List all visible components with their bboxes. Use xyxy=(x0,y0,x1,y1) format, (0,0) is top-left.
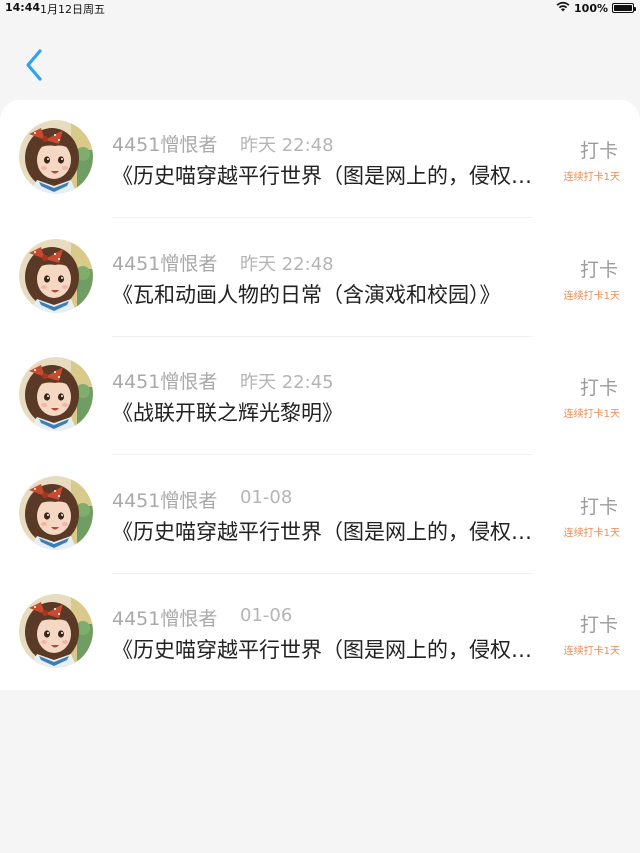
list-item[interactable]: 4451憎恨者 昨天 22:48 《瓦和动画人物的日常（含演戏和校园）》 打卡 … xyxy=(0,219,640,337)
item-title[interactable]: 《历史喵穿越平行世界（图是网上的，侵权删）》 xyxy=(112,634,548,664)
list-item[interactable]: 4451憎恨者 昨天 22:45 《战联开联之辉光黎明》 打卡 连续打卡1天 xyxy=(0,337,640,455)
battery-icon xyxy=(612,3,636,13)
wifi-icon xyxy=(556,1,570,15)
status-right: 100% xyxy=(556,1,636,15)
timestamp: 01-06 xyxy=(240,605,293,626)
chevron-left-icon xyxy=(26,49,42,81)
avatar[interactable] xyxy=(19,120,93,194)
avatar-illustration xyxy=(19,238,93,313)
list-item[interactable]: 4451憎恨者 01-06 《历史喵穿越平行世界（图是网上的，侵权删）》 打卡 … xyxy=(0,574,640,692)
battery-fill xyxy=(614,5,632,11)
streak-badge: 连续打卡1天 xyxy=(563,646,620,657)
battery-percent: 100% xyxy=(574,1,608,15)
avatar[interactable] xyxy=(19,238,93,313)
streak-badge: 连续打卡1天 xyxy=(563,409,620,420)
item-title[interactable]: 《战联开联之辉光黎明》 xyxy=(112,397,548,427)
checkin-button[interactable]: 打卡 xyxy=(580,492,618,519)
checkin-button[interactable]: 打卡 xyxy=(580,373,618,400)
back-button[interactable] xyxy=(18,46,50,84)
username[interactable]: 4451憎恨者 xyxy=(112,486,217,513)
username[interactable]: 4451憎恨者 xyxy=(112,130,217,157)
avatar[interactable] xyxy=(19,357,93,431)
checkin-list: 4451憎恨者 昨天 22:48 《历史喵穿越平行世界（图是网上的，侵权删）》 … xyxy=(0,100,640,690)
timestamp: 昨天 22:48 xyxy=(240,135,334,156)
avatar[interactable] xyxy=(19,475,93,550)
username[interactable]: 4451憎恨者 xyxy=(112,249,217,276)
header xyxy=(0,18,640,100)
avatar-illustration xyxy=(19,357,93,431)
avatar-illustration xyxy=(19,120,93,194)
list-item[interactable]: 4451憎恨者 01-08 《历史喵穿越平行世界（图是网上的，侵权删）》 打卡 … xyxy=(0,456,640,574)
username[interactable]: 4451憎恨者 xyxy=(112,604,217,631)
item-title[interactable]: 《历史喵穿越平行世界（图是网上的，侵权删）》 xyxy=(112,160,548,190)
checkin-button[interactable]: 打卡 xyxy=(580,610,618,637)
item-title[interactable]: 《历史喵穿越平行世界（图是网上的，侵权删）》 xyxy=(112,516,548,546)
timestamp: 昨天 22:45 xyxy=(240,372,334,393)
list-item[interactable]: 4451憎恨者 昨天 22:48 《历史喵穿越平行世界（图是网上的，侵权删）》 … xyxy=(0,100,640,218)
streak-badge: 连续打卡1天 xyxy=(563,290,620,302)
checkin-button[interactable]: 打卡 xyxy=(580,136,618,163)
avatar[interactable] xyxy=(19,594,93,668)
page: 14:44 1月12日周五 100% 4451憎恨者 昨天 22:48 《历史喵… xyxy=(0,0,640,853)
timestamp: 01-08 xyxy=(240,486,293,508)
streak-badge: 连续打卡1天 xyxy=(563,172,620,183)
avatar-illustration xyxy=(19,594,93,668)
status-time: 14:44 xyxy=(5,1,41,14)
timestamp: 昨天 22:48 xyxy=(240,253,334,275)
status-date: 1月12日周五 xyxy=(40,3,105,16)
checkin-button[interactable]: 打卡 xyxy=(580,255,618,282)
streak-badge: 连续打卡1天 xyxy=(563,527,620,539)
avatar-illustration xyxy=(19,475,93,550)
item-title[interactable]: 《瓦和动画人物的日常（含演戏和校园）》 xyxy=(112,279,548,309)
status-bar: 14:44 1月12日周五 100% xyxy=(0,0,640,18)
username[interactable]: 4451憎恨者 xyxy=(112,367,217,394)
